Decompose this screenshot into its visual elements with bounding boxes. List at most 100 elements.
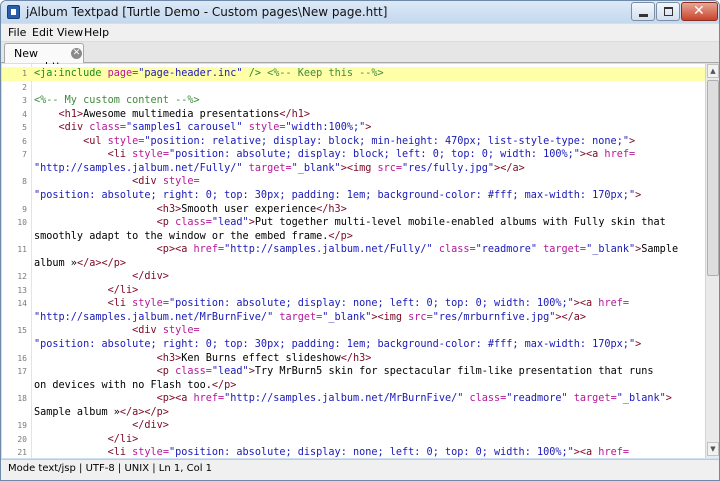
code-line-text: <p class="lead">Try MrBurn5 skin for spe…: [34, 365, 654, 379]
code-row[interactable]: 21 <li style="position: absolute; displa…: [2, 446, 705, 458]
code-row[interactable]: 8 <div style=: [2, 175, 705, 189]
code-row[interactable]: 13 </li>: [2, 284, 705, 298]
code-token: <p><a: [156, 393, 188, 405]
code-token: >: [635, 189, 642, 201]
code-token: ><a: [579, 149, 599, 161]
code-row[interactable]: 14 <li style="position: absolute; displa…: [2, 297, 705, 311]
code-token: class=: [168, 366, 212, 378]
code-row[interactable]: 11 <p><a href="http://samples.jalbum.net…: [2, 243, 705, 257]
code-row[interactable]: "position: absolute; right: 0; top: 30px…: [2, 338, 705, 352]
code-row[interactable]: "http://samples.jalbum.net/Fully/" targe…: [2, 162, 705, 176]
code-token: ><img: [371, 311, 403, 323]
code-row[interactable]: 6 <ul style="position: relative; display…: [2, 135, 705, 149]
code-row[interactable]: 9 <h3>Smooth user experience</h3>: [2, 203, 705, 217]
code-row[interactable]: 20 </li>: [2, 433, 705, 447]
scroll-up-icon[interactable]: ▲: [707, 64, 719, 78]
code-token: "position: relative; display: block; min…: [144, 135, 629, 147]
code-token: href=: [187, 393, 225, 405]
code-token: </h1>: [279, 108, 311, 120]
code-line-text: <ul style="position: relative; display: …: [34, 135, 635, 149]
code-token: on devices with no Flash too.: [34, 379, 212, 391]
code-token: href=: [592, 447, 629, 458]
code-token: "res/fully.jpg": [402, 162, 495, 174]
code-line-text: <p><a href="http://samples.jalbum.net/Fu…: [34, 243, 678, 257]
menu-file[interactable]: File: [8, 26, 26, 39]
code-line-text: </div>: [34, 270, 169, 284]
code-row[interactable]: "http://samples.jalbum.net/MrBurnFive/" …: [2, 311, 705, 325]
code-token: Try MrBurn5 skin for spectacular film-li…: [254, 366, 654, 378]
code-row[interactable]: 3 <%-- My custom content --%>: [2, 94, 705, 108]
code-token: Ken Burns effect slideshow: [181, 352, 341, 364]
code-token: "position: absolute; right: 0; top: 30px…: [34, 189, 636, 201]
line-number: 10: [17, 218, 27, 228]
code-token: <li: [107, 447, 127, 458]
code-row[interactable]: 2: [2, 81, 705, 95]
code-row[interactable]: 5 <div class="samples1 carousel" style="…: [2, 121, 705, 135]
code-line-text: </li>: [34, 433, 139, 447]
code-row[interactable]: 19 </div>: [2, 419, 705, 433]
code-token: "_blank": [322, 311, 372, 323]
code-row[interactable]: 12 </div>: [2, 270, 705, 284]
line-number: 16: [17, 353, 27, 363]
maximize-button[interactable]: [656, 2, 680, 21]
code-token: Put together multi-level mobile-enabled …: [254, 217, 666, 229]
code-line-text: <li style="position: absolute; display: …: [34, 148, 636, 162]
code-token: <li: [107, 298, 127, 310]
code-token: Sample album »: [34, 406, 120, 418]
code-token: class=: [463, 393, 507, 405]
scroll-thumb[interactable]: [707, 80, 719, 276]
title-bar[interactable]: jAlbum Textpad [Turtle Demo - Custom pag…: [1, 1, 719, 23]
line-number: 11: [17, 245, 27, 255]
code-token: ></a>: [494, 162, 525, 174]
code-row[interactable]: smoothly adapt to the window or the embe…: [2, 230, 705, 244]
line-number: 12: [17, 272, 27, 282]
line-number: 13: [17, 285, 27, 295]
code-line-text: <p><a href="http://samples.jalbum.net/Mr…: [34, 392, 672, 406]
code-line-text: album »</a></p>: [34, 257, 126, 271]
code-token: <ul: [83, 135, 102, 147]
code-token: "position: absolute; display: none; left…: [168, 447, 574, 458]
code-editor[interactable]: 1 <ja:include page="page-header.inc" /> <…: [2, 64, 705, 458]
menu-edit[interactable]: Edit: [32, 26, 53, 39]
code-row[interactable]: 17 <p class="lead">Try MrBurn5 skin for …: [2, 365, 705, 379]
menu-view[interactable]: View: [57, 26, 83, 39]
line-number: 17: [17, 367, 27, 377]
minimize-button[interactable]: [631, 2, 655, 21]
code-token: class=: [432, 244, 476, 256]
code-line-text: <h3>Smooth user experience</h3>: [34, 203, 347, 217]
code-row[interactable]: on devices with no Flash too.</p>: [2, 379, 705, 393]
code-line-text: <li style="position: absolute; display: …: [34, 297, 629, 311]
code-token: <p><a: [156, 244, 188, 256]
code-token: "lead": [211, 217, 249, 229]
code-row[interactable]: 18 <p><a href="http://samples.jalbum.net…: [2, 392, 705, 406]
tab-close-icon[interactable]: ✕: [71, 48, 82, 59]
code-token: target=: [567, 393, 617, 405]
scroll-down-icon[interactable]: ▼: [707, 442, 719, 456]
code-token: "position: absolute; display: block; lef…: [168, 149, 580, 161]
menu-help[interactable]: Help: [84, 26, 109, 39]
code-token: >: [635, 339, 642, 350]
code-token: style=: [126, 447, 169, 458]
code-row[interactable]: 15 <div style=: [2, 324, 705, 338]
code-row[interactable]: 4 <h1>Awesome multimedia presentations</…: [2, 108, 705, 122]
current-line[interactable]: 1 <ja:include page="page-header.inc" /> <…: [2, 67, 705, 81]
close-button[interactable]: ✕: [681, 2, 718, 21]
code-token: target=: [242, 162, 292, 174]
code-token: <%-- My custom content --%>: [34, 95, 200, 107]
code-row[interactable]: 10 <p class="lead">Put together multi-le…: [2, 216, 705, 230]
code-row[interactable]: "position: absolute; right: 0; top: 30px…: [2, 189, 705, 203]
tab-new-page[interactable]: New page.htt ✕: [4, 43, 84, 73]
line-number: 7: [22, 150, 27, 160]
code-token: />: [242, 68, 261, 79]
code-row[interactable]: Sample album »</a></p>: [2, 406, 705, 420]
code-row[interactable]: 16 <h3>Ken Burns effect slideshow</h3>: [2, 352, 705, 366]
vertical-scrollbar[interactable]: ▲ ▼: [705, 64, 719, 458]
code-row[interactable]: album »</a></p>: [2, 257, 705, 271]
code-row[interactable]: 7 <li style="position: absolute; display…: [2, 148, 705, 162]
code-token: </li>: [107, 433, 139, 445]
maximize-icon: [664, 7, 673, 16]
